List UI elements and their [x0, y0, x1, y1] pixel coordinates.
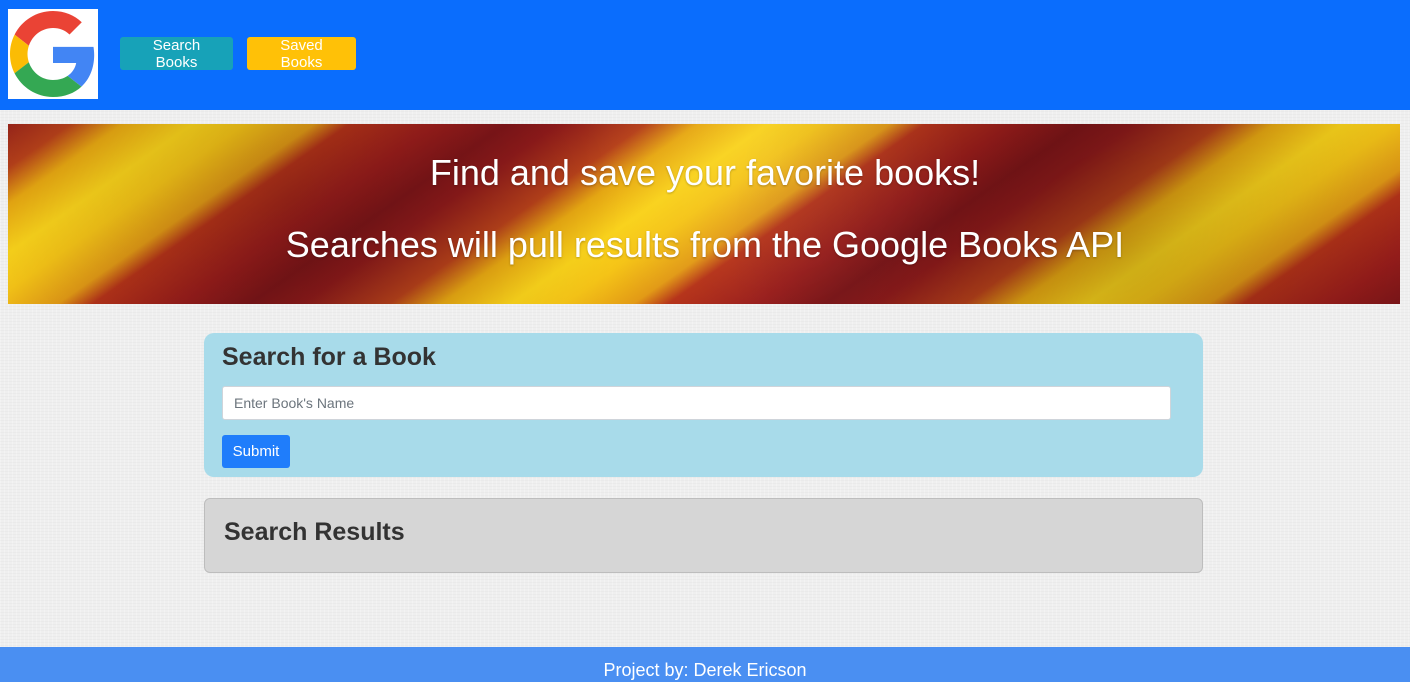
google-logo-icon[interactable]	[8, 9, 98, 99]
book-name-input[interactable]	[222, 386, 1171, 420]
banner-heading: Find and save your favorite books!	[429, 152, 981, 193]
search-books-button[interactable]: Search Books	[120, 37, 233, 71]
hero-banner	[8, 124, 1400, 304]
search-results-title: Search Results	[224, 518, 405, 546]
search-results-card: Search Results	[204, 498, 1203, 573]
banner-subheading: Searches will pull results from the Goog…	[285, 224, 1125, 265]
search-form-card: Search for a Book Submit	[204, 333, 1203, 477]
saved-books-button[interactable]: Saved Books	[247, 37, 356, 71]
search-form-title: Search for a Book	[222, 343, 436, 371]
footer-credit: Project by: Derek Ericson	[603, 660, 807, 680]
footer: Project by: Derek Ericson	[0, 647, 1410, 682]
navbar: Search Books Saved Books	[0, 0, 1410, 110]
submit-button[interactable]: Submit	[222, 435, 290, 468]
